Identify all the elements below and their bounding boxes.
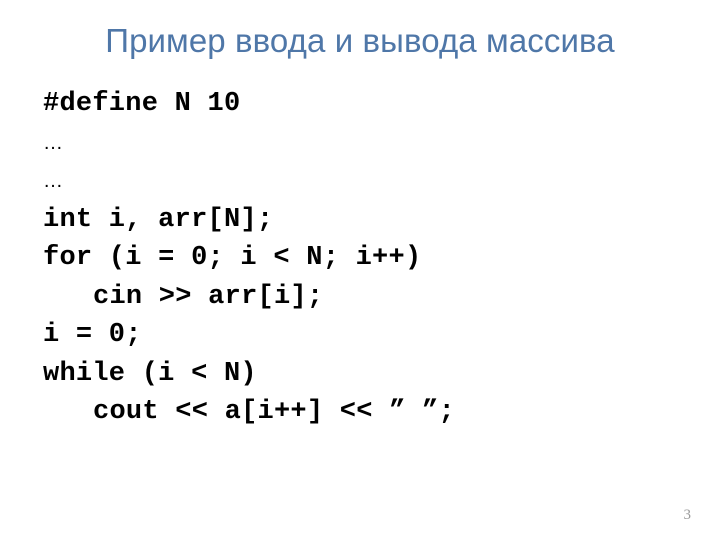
slide: Пример ввода и вывода массива #define N … — [0, 0, 720, 540]
code-line: … — [43, 131, 63, 154]
code-line: i = 0; — [43, 320, 142, 350]
slide-number: 3 — [683, 507, 692, 523]
slide-title: Пример ввода и вывода массива — [105, 22, 615, 59]
code-line: for (i = 0; i < N; i++) — [43, 243, 422, 273]
code-line: #define N 10 — [43, 89, 241, 119]
code-line: cin >> arr[i]; — [93, 281, 324, 312]
code-block: #define N 10 … … int i, arr[N]; for (i =… — [43, 85, 673, 432]
code-line: … — [43, 170, 63, 192]
code-line: while (i < N) — [43, 358, 257, 389]
code-line: cout << a[i++] << ” ”; — [93, 397, 455, 427]
code-line: int i, arr[N]; — [43, 204, 274, 235]
